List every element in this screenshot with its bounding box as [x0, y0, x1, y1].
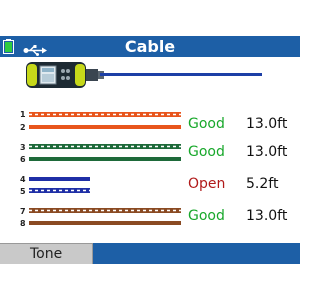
cable-line [100, 73, 262, 76]
pair-length: 13.0ft [246, 208, 288, 224]
wire-pair-graphic [29, 177, 90, 193]
pair-status: Good [188, 208, 225, 224]
pair-length: 5.2ft [246, 176, 279, 192]
pin-label: 1 [20, 110, 26, 119]
wire-pair-graphic [29, 144, 181, 161]
pin-label: 6 [20, 155, 26, 164]
pin-label: 7 [20, 207, 26, 216]
wire-pair-7-8: 7 8 Good 13.0ft [0, 206, 300, 236]
cable-test-screen: Cable 1 2 Good 13.0ft 3 6 Good 13.0ft 4 … [0, 0, 300, 300]
wire-pair-4-5: 4 5 Open 5.2ft [0, 174, 300, 204]
pin-label: 5 [20, 187, 26, 196]
page-title: Cable [124, 37, 176, 56]
pair-length: 13.0ft [246, 116, 288, 132]
cable-tester-device-icon [26, 62, 104, 92]
pin-label: 2 [20, 123, 26, 132]
wire-pair-graphic [29, 208, 181, 225]
wire-pair-3-6: 3 6 Good 13.0ft [0, 142, 300, 172]
pin-label: 4 [20, 175, 26, 184]
pair-status: Open [188, 176, 226, 192]
pin-label: 3 [20, 143, 26, 152]
tone-button[interactable]: Tone [0, 243, 93, 264]
pair-status: Good [188, 116, 225, 132]
wire-pair-1-2: 1 2 Good 13.0ft [0, 110, 300, 140]
pin-label: 8 [20, 219, 26, 228]
pair-status: Good [188, 144, 225, 160]
wire-pair-graphic [29, 112, 181, 129]
pair-length: 13.0ft [246, 144, 288, 160]
header-bar: Cable [0, 36, 300, 57]
